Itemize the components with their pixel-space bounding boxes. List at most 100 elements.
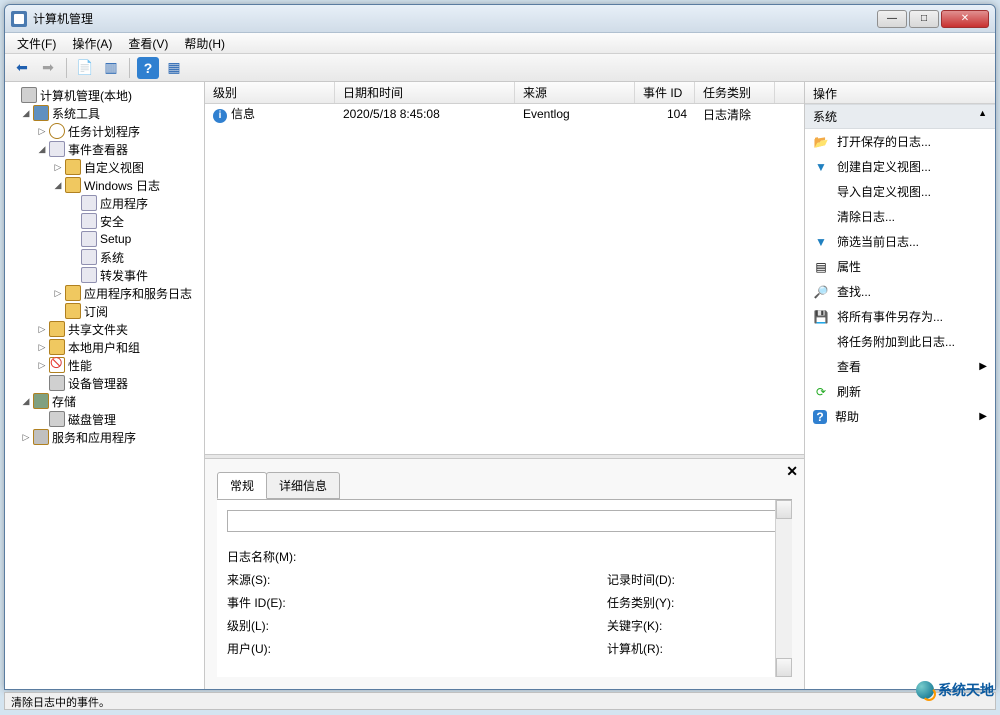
action-attach-task[interactable]: 将任务附加到此日志... bbox=[805, 329, 995, 354]
tree-panel[interactable]: 计算机管理(本地) ◢系统工具 ▷任务计划程序 ◢事件查看器 ▷自定义视图 ◢W… bbox=[5, 82, 205, 689]
tree-device-manager[interactable]: 设备管理器 bbox=[5, 374, 204, 392]
close-detail-button[interactable]: ✕ bbox=[786, 463, 798, 480]
watermark: 系统天地 bbox=[916, 680, 994, 700]
event-row[interactable]: i信息 2020/5/18 8:45:08 Eventlog 104 日志清除 bbox=[205, 104, 804, 124]
cell-id: 104 bbox=[635, 106, 695, 122]
tree-performance[interactable]: ▷性能 bbox=[5, 356, 204, 374]
detail-panel: ✕ 常规 详细信息 日志名称(M): 来源(S):记录时间(D): 事件 ID(… bbox=[205, 459, 804, 689]
tab-general[interactable]: 常规 bbox=[217, 472, 267, 499]
toggle-icon[interactable]: ▷ bbox=[53, 162, 63, 172]
up-button[interactable]: 📄 bbox=[74, 57, 96, 79]
tree-shared-folders[interactable]: ▷共享文件夹 bbox=[5, 320, 204, 338]
chevron-right-icon: ▶ bbox=[979, 411, 987, 422]
help-button[interactable]: ? bbox=[137, 57, 159, 79]
action-clear-log[interactable]: 清除日志... bbox=[805, 204, 995, 229]
cell-level: i信息 bbox=[205, 104, 335, 124]
tab-details[interactable]: 详细信息 bbox=[266, 472, 340, 499]
cell-datetime: 2020/5/18 8:45:08 bbox=[335, 106, 515, 122]
toggle-icon[interactable]: ◢ bbox=[21, 108, 31, 118]
forward-button[interactable]: ➡ bbox=[37, 57, 59, 79]
show-hide-tree-button[interactable]: ▥ bbox=[100, 57, 122, 79]
app-icon bbox=[11, 11, 27, 27]
col-source[interactable]: 来源 bbox=[515, 82, 635, 103]
back-button[interactable]: ⬅ bbox=[11, 57, 33, 79]
tree-log-system[interactable]: 系统 bbox=[5, 248, 204, 266]
action-refresh[interactable]: ⟳刷新 bbox=[805, 379, 995, 404]
tree-log-setup[interactable]: Setup bbox=[5, 230, 204, 248]
filter-icon: ▼ bbox=[813, 234, 829, 250]
event-list-header: 级别 日期和时间 来源 事件 ID 任务类别 bbox=[205, 82, 804, 104]
action-find[interactable]: 🔎查找... bbox=[805, 279, 995, 304]
separator bbox=[66, 58, 67, 78]
maximize-button[interactable]: □ bbox=[909, 10, 939, 28]
toggle-icon[interactable]: ◢ bbox=[53, 180, 63, 190]
app-window: 计算机管理 — □ ✕ 文件(F) 操作(A) 查看(V) 帮助(H) ⬅ ➡ … bbox=[4, 4, 996, 690]
tree-services-apps[interactable]: ▷服务和应用程序 bbox=[5, 428, 204, 446]
action-filter-log[interactable]: ▼筛选当前日志... bbox=[805, 229, 995, 254]
toggle-icon[interactable]: ▷ bbox=[21, 432, 31, 442]
action-help[interactable]: ?帮助▶ bbox=[805, 404, 995, 429]
tree-root[interactable]: 计算机管理(本地) bbox=[5, 86, 204, 104]
toggle-icon[interactable]: ◢ bbox=[37, 144, 47, 154]
tree-storage[interactable]: ◢存储 bbox=[5, 392, 204, 410]
tree-event-viewer[interactable]: ◢事件查看器 bbox=[5, 140, 204, 158]
titlebar[interactable]: 计算机管理 — □ ✕ bbox=[5, 5, 995, 33]
subscriptions-icon bbox=[65, 303, 81, 319]
event-viewer-icon bbox=[49, 141, 65, 157]
col-level[interactable]: 级别 bbox=[205, 82, 335, 103]
menu-action[interactable]: 操作(A) bbox=[64, 33, 120, 54]
toggle-icon[interactable]: ◢ bbox=[21, 396, 31, 406]
tree-app-service-logs[interactable]: ▷应用程序和服务日志 bbox=[5, 284, 204, 302]
actions-group-header[interactable]: 系统▲ bbox=[805, 104, 995, 129]
menu-view[interactable]: 查看(V) bbox=[120, 33, 176, 54]
properties-button[interactable]: ▦ bbox=[163, 57, 185, 79]
detail-scrollbar[interactable] bbox=[775, 500, 792, 677]
action-properties[interactable]: ▤属性 bbox=[805, 254, 995, 279]
toggle-icon[interactable] bbox=[9, 90, 19, 100]
tree-log-forwarded[interactable]: 转发事件 bbox=[5, 266, 204, 284]
close-button[interactable]: ✕ bbox=[941, 10, 989, 28]
col-datetime[interactable]: 日期和时间 bbox=[335, 82, 515, 103]
toggle-icon[interactable]: ▷ bbox=[53, 288, 63, 298]
blank-icon bbox=[813, 359, 829, 375]
action-view[interactable]: 查看▶ bbox=[805, 354, 995, 379]
device-manager-icon bbox=[49, 375, 65, 391]
action-save-all[interactable]: 💾将所有事件另存为... bbox=[805, 304, 995, 329]
save-icon: 💾 bbox=[813, 309, 829, 325]
tree-windows-logs[interactable]: ◢Windows 日志 bbox=[5, 176, 204, 194]
statusbar: 清除日志中的事件。 bbox=[4, 692, 996, 710]
tree-local-users[interactable]: ▷本地用户和组 bbox=[5, 338, 204, 356]
action-import-custom-view[interactable]: 导入自定义视图... bbox=[805, 179, 995, 204]
tree-subscriptions[interactable]: 订阅 bbox=[5, 302, 204, 320]
tree-system-tools[interactable]: ◢系统工具 bbox=[5, 104, 204, 122]
action-open-saved-log[interactable]: 📂打开保存的日志... bbox=[805, 129, 995, 154]
tree-log-application[interactable]: 应用程序 bbox=[5, 194, 204, 212]
folder-icon bbox=[65, 285, 81, 301]
properties-icon: ▤ bbox=[813, 259, 829, 275]
field-level-keywords: 级别(L):关键字(K): bbox=[227, 617, 782, 634]
log-icon bbox=[81, 249, 97, 265]
blank-icon bbox=[813, 334, 829, 350]
col-event-id[interactable]: 事件 ID bbox=[635, 82, 695, 103]
tree-task-scheduler[interactable]: ▷任务计划程序 bbox=[5, 122, 204, 140]
folder-open-icon: 📂 bbox=[813, 134, 829, 150]
minimize-button[interactable]: — bbox=[877, 10, 907, 28]
menu-help[interactable]: 帮助(H) bbox=[176, 33, 233, 54]
menu-file[interactable]: 文件(F) bbox=[9, 33, 64, 54]
col-category[interactable]: 任务类别 bbox=[695, 82, 775, 103]
detail-tabs: 常规 详细信息 bbox=[205, 459, 804, 499]
description-box[interactable] bbox=[227, 510, 782, 532]
log-icon bbox=[81, 195, 97, 211]
toggle-icon[interactable]: ▷ bbox=[37, 342, 47, 352]
toggle-icon[interactable]: ▷ bbox=[37, 360, 47, 370]
tree-custom-views[interactable]: ▷自定义视图 bbox=[5, 158, 204, 176]
action-create-custom-view[interactable]: ▼创建自定义视图... bbox=[805, 154, 995, 179]
tree-log-security[interactable]: 安全 bbox=[5, 212, 204, 230]
toggle-icon[interactable]: ▷ bbox=[37, 126, 47, 136]
chevron-right-icon: ▶ bbox=[979, 361, 987, 372]
help-icon: ? bbox=[813, 410, 827, 424]
toggle-icon[interactable]: ▷ bbox=[37, 324, 47, 334]
event-list[interactable]: 级别 日期和时间 来源 事件 ID 任务类别 i信息 2020/5/18 8:4… bbox=[205, 82, 804, 454]
tree-disk-mgmt[interactable]: 磁盘管理 bbox=[5, 410, 204, 428]
collapse-icon[interactable]: ▲ bbox=[978, 108, 987, 125]
